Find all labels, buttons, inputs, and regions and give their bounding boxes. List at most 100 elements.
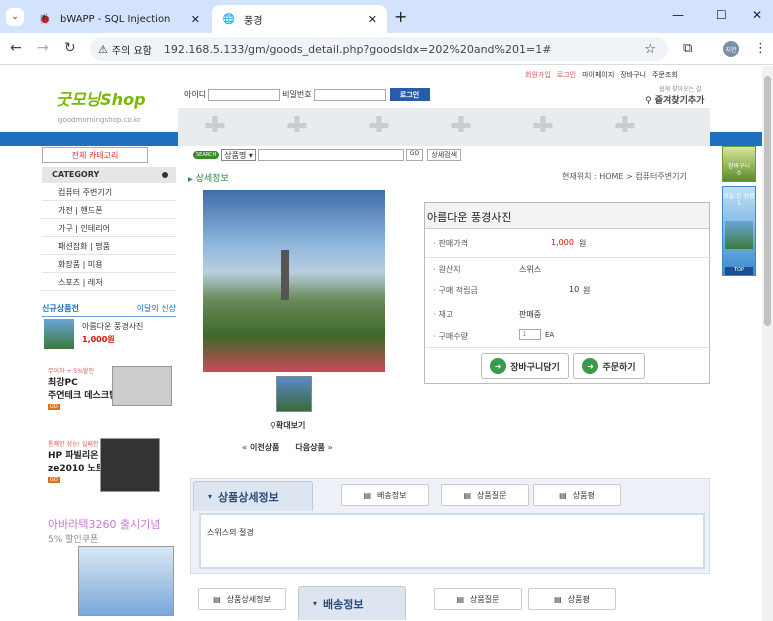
new-product-thumbnail[interactable] bbox=[44, 319, 74, 349]
ad-coupon[interactable]: 아바라텍3260 출시기념 5% 할인쿠폰 bbox=[48, 516, 160, 545]
side-cart[interactable]: 장바구니 0 bbox=[722, 146, 756, 182]
close-icon[interactable]: ✕ bbox=[191, 13, 200, 26]
category-title: CATEGORY bbox=[42, 167, 176, 183]
menu-icon[interactable]: ⋮ bbox=[754, 41, 767, 56]
tab-scenery[interactable]: 🌐 풍경 ✕ bbox=[212, 5, 387, 33]
tab-label: 배송정보 bbox=[323, 597, 364, 611]
ad-desktop[interactable]: 무이자 + 5%할인 최강PC 주연테크 데스크탑 GO bbox=[48, 366, 117, 410]
nav-bar-center bbox=[178, 132, 710, 146]
divider bbox=[425, 257, 711, 258]
link-mypage[interactable]: 마이페이지 bbox=[582, 70, 614, 80]
product-name: 아름다운 풍경사진 bbox=[425, 203, 709, 229]
tab-shipping[interactable]: ▤ 배송정보 bbox=[341, 484, 429, 506]
monthly-new-tab[interactable]: 이달의 신상 bbox=[137, 303, 176, 316]
zoom-link[interactable]: ⚲확대보기 bbox=[270, 420, 305, 431]
price-value: 1,000 bbox=[551, 238, 574, 247]
breadcrumb: 현재위치 : HOME > 컴퓨터주변기기 bbox=[562, 172, 687, 181]
security-label[interactable]: 주의 요함 bbox=[112, 42, 152, 57]
advanced-search-button[interactable]: 상세검색 bbox=[427, 149, 462, 161]
warning-icon: ⚠ bbox=[98, 42, 108, 56]
logo-text: 굿모닝Shop bbox=[56, 90, 146, 109]
tab-qna[interactable]: ▤ 상품질문 bbox=[441, 484, 529, 506]
tab-reviews[interactable]: ▤ 상품평 bbox=[533, 484, 621, 506]
category-item[interactable]: 가전 | 핸드폰 bbox=[42, 201, 176, 219]
forward-icon[interactable]: → bbox=[37, 40, 49, 56]
scrollbar[interactable] bbox=[762, 66, 773, 621]
top-button[interactable]: TOP bbox=[725, 267, 753, 275]
close-icon[interactable]: ✕ bbox=[368, 13, 377, 26]
chevron-down-icon: ▾ bbox=[313, 599, 318, 608]
category-item[interactable]: 패션잡화 | 명품 bbox=[42, 237, 176, 255]
box-icon: ▤ bbox=[456, 594, 465, 604]
order-button[interactable]: ➜ 주문하기 bbox=[573, 353, 645, 379]
stock-label: 재고 bbox=[433, 309, 454, 320]
new-products-tab[interactable]: 신규상품전 bbox=[42, 303, 79, 316]
laptop-image bbox=[100, 438, 160, 492]
new-products: 신규상품전 이달의 신상 아름다운 풍경사진 1,000원 bbox=[42, 303, 176, 349]
prev-product-link[interactable]: « 이전상품 bbox=[242, 442, 279, 453]
order-arrow-icon: ➜ bbox=[582, 358, 599, 374]
window-close-icon[interactable]: ✕ bbox=[752, 8, 762, 22]
pw-input[interactable] bbox=[313, 88, 386, 101]
tab-product-detail[interactable]: ▾ 상품상세정보 bbox=[193, 481, 313, 511]
search-go-button[interactable]: GO bbox=[405, 149, 424, 161]
side-recent-count: 1 bbox=[737, 200, 741, 207]
id-input[interactable] bbox=[208, 88, 281, 101]
tab-bwapp[interactable]: 🐞 bWAPP - SQL Injection ✕ bbox=[28, 5, 210, 33]
points-value: 10 bbox=[569, 285, 580, 294]
address-bar[interactable]: ⚠ 주의 요함 192.168.5.133/gm/goods_detail.ph… bbox=[90, 37, 668, 61]
search-type-select[interactable]: 상품명 ▾ bbox=[221, 149, 256, 161]
add-to-cart-label: 장바구니담기 bbox=[510, 362, 560, 373]
avatar[interactable]: 지한 bbox=[723, 41, 739, 57]
minimize-icon[interactable]: — bbox=[672, 8, 684, 22]
tab-qna[interactable]: ▤ 상품질문 bbox=[434, 588, 522, 610]
site-logo[interactable]: 굿모닝Shop goodmorningshop.co.kr bbox=[52, 80, 162, 130]
bookmark-star-icon[interactable]: ☆ bbox=[644, 42, 656, 57]
category-item[interactable]: 가구 | 인테리어 bbox=[42, 219, 176, 237]
bookmark-add[interactable]: 쉽게 찾아오는 길 ⚲ 즐겨찾기추가 bbox=[645, 84, 704, 106]
link-cart[interactable]: 장바구니 bbox=[620, 70, 646, 80]
new-tab-icon[interactable]: + bbox=[394, 7, 407, 26]
product-image[interactable] bbox=[203, 190, 385, 372]
next-product-link[interactable]: 다음상품 » bbox=[295, 442, 332, 453]
zoom-label: 확대보기 bbox=[275, 421, 306, 430]
quantity-input[interactable]: 1 bbox=[519, 329, 541, 340]
box-icon: ▤ bbox=[363, 490, 372, 500]
page-title: 상세정보 bbox=[188, 171, 229, 184]
ad-small: 무이자 + 5%할인 bbox=[48, 368, 94, 375]
maximize-icon[interactable]: ☐ bbox=[716, 8, 727, 22]
bug-icon: 🐞 bbox=[38, 13, 52, 25]
new-product-name[interactable]: 아름다운 풍경사진 bbox=[82, 321, 143, 332]
side-cart-count: 0 bbox=[737, 170, 741, 177]
side-recent[interactable]: 오늘 본 상품 1 TOP bbox=[722, 186, 756, 276]
category-item[interactable]: 컴퓨터 주변기기 bbox=[42, 183, 176, 201]
tab-label: 상품질문 bbox=[470, 594, 500, 604]
link-order-lookup[interactable]: 주문조회 bbox=[652, 70, 678, 80]
divider bbox=[425, 347, 711, 348]
tab-product-detail[interactable]: ▤ 상품상세정보 bbox=[198, 588, 286, 610]
link-login[interactable]: 로그인 bbox=[557, 70, 576, 80]
scrollbar-thumb[interactable] bbox=[764, 76, 771, 326]
reload-icon[interactable]: ↻ bbox=[64, 40, 76, 56]
back-icon[interactable]: ← bbox=[10, 40, 22, 56]
tab-label: 상품평 bbox=[567, 594, 590, 604]
login-button[interactable]: 로그인 bbox=[389, 88, 430, 101]
link-signup[interactable]: 회원가입 bbox=[525, 70, 551, 80]
category-item[interactable]: 화장품 | 미용 bbox=[42, 255, 176, 273]
search-input[interactable] bbox=[257, 149, 404, 161]
tab-shipping[interactable]: ▾ 배송정보 bbox=[298, 586, 406, 620]
tab-search-icon[interactable]: ⌄ bbox=[6, 8, 24, 26]
browser-toolbar: ← → ↻ ⚠ 주의 요함 192.168.5.133/gm/goods_det… bbox=[0, 33, 773, 65]
url-text[interactable]: 192.168.5.133/gm/goods_detail.php?goodsI… bbox=[164, 43, 552, 56]
product-thumbnail[interactable] bbox=[276, 376, 312, 412]
order-label: 주문하기 bbox=[602, 362, 636, 373]
add-to-cart-button[interactable]: ➜ 장바구니담기 bbox=[481, 353, 569, 379]
tab-label: 상품평 bbox=[572, 490, 595, 500]
ad-go: GO bbox=[48, 477, 60, 483]
recent-thumbnail[interactable] bbox=[725, 221, 753, 249]
tab-reviews[interactable]: ▤ 상품평 bbox=[528, 588, 616, 610]
extensions-icon[interactable]: ⧉ bbox=[683, 41, 692, 56]
all-categories-button[interactable]: 전체 카테고리 bbox=[42, 147, 148, 163]
category-item[interactable]: 스포츠 | 레저 bbox=[42, 273, 176, 291]
category-menu: CATEGORY 컴퓨터 주변기기 가전 | 핸드폰 가구 | 인테리어 패션잡… bbox=[42, 167, 176, 291]
